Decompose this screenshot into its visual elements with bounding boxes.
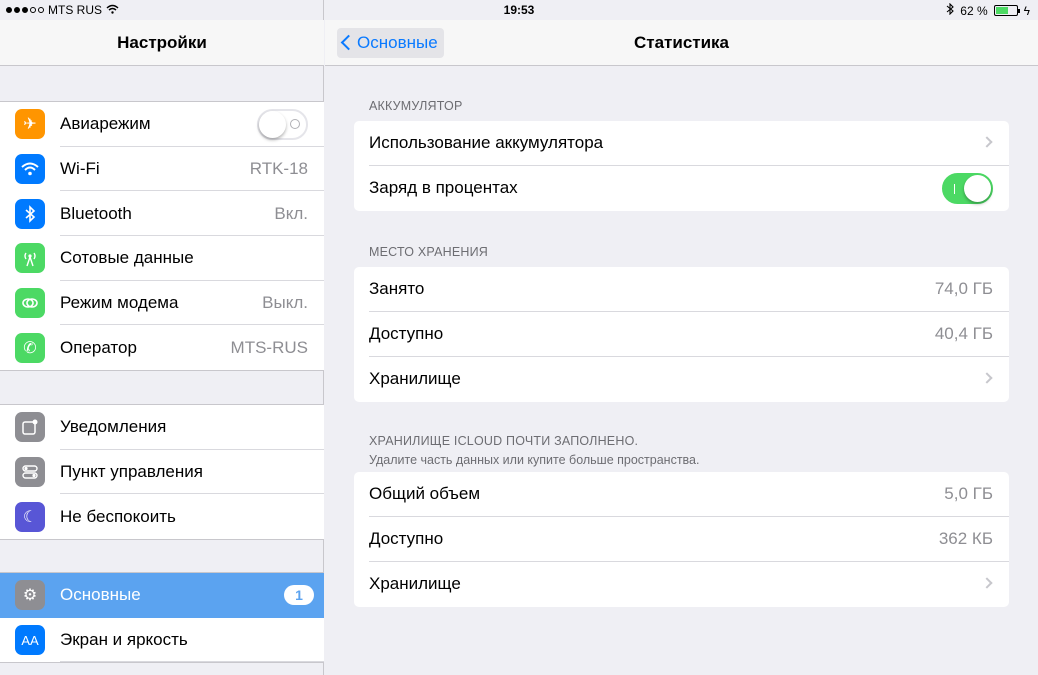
control-center-icon bbox=[15, 457, 45, 488]
sidebar-item-label: Авиарежим bbox=[60, 114, 151, 134]
sidebar-item-wifi[interactable]: Wi-Fi RTK-18 bbox=[0, 147, 324, 192]
row-label: Использование аккумулятора bbox=[369, 133, 604, 152]
charging-icon: ϟ bbox=[1023, 3, 1030, 18]
icloud-total-value: 5,0 ГБ bbox=[944, 484, 993, 503]
icloud-manage-storage-row[interactable]: Хранилище bbox=[354, 562, 1009, 607]
row-label: Занято bbox=[369, 279, 425, 298]
sidebar-item-label: Режим модема bbox=[60, 293, 179, 313]
notifications-icon bbox=[15, 412, 45, 443]
bluetooth-icon bbox=[15, 198, 45, 229]
sidebar-item-label: Bluetooth bbox=[60, 203, 132, 223]
sidebar-item-carrier[interactable]: ✆ Оператор MTS-RUS bbox=[0, 325, 324, 370]
chevron-right-icon bbox=[981, 577, 993, 589]
battery-percentage-row: Заряд в процентах bbox=[354, 166, 1009, 211]
battery-percent: 62 % bbox=[960, 3, 988, 18]
sidebar-group-connectivity: ✈ Авиарежим Wi-Fi RTK-18 Bluetooth Вкл. bbox=[0, 101, 324, 372]
carrier-value: MTS-RUS bbox=[230, 337, 308, 357]
row-label: Заряд в процентах bbox=[369, 178, 518, 197]
battery-icon bbox=[993, 5, 1020, 16]
sidebar-item-general[interactable]: ⚙ Основные 1 bbox=[0, 573, 324, 618]
icloud-section-subheader: Удалите часть данных или купите больше п… bbox=[369, 453, 700, 467]
sidebar-item-control-center[interactable]: Пункт управления bbox=[0, 450, 324, 495]
sidebar-item-label: Не беспокоить bbox=[60, 506, 176, 526]
sidebar-item-cellular[interactable]: Сотовые данные bbox=[0, 236, 324, 281]
page-title: Статистика bbox=[633, 33, 730, 52]
storage-used-row: Занято 74,0 ГБ bbox=[354, 267, 1009, 312]
bluetooth-status-icon bbox=[946, 2, 955, 18]
detail-navbar: Основные Статистика bbox=[325, 20, 1038, 66]
sidebar-group-general: ⚙ Основные 1 AA Экран и яркость bbox=[0, 572, 324, 664]
sidebar-item-label: Wi-Fi bbox=[60, 159, 100, 179]
sidebar-item-bluetooth[interactable]: Bluetooth Вкл. bbox=[0, 191, 324, 237]
icloud-section-header: Хранилище iCloud почти заполнено. bbox=[369, 434, 639, 448]
storage-available-row: Доступно 40,4 ГБ bbox=[354, 312, 1009, 357]
sidebar-item-label: Экран и яркость bbox=[60, 630, 188, 650]
status-bar: MTS RUS 19:53 62 % ϟ bbox=[0, 0, 1038, 20]
storage-section-header: Место хранения bbox=[369, 245, 489, 259]
display-icon: AA bbox=[15, 625, 45, 656]
sidebar-item-notifications[interactable]: Уведомления bbox=[0, 405, 324, 450]
storage-card: Занято 74,0 ГБ Доступно 40,4 ГБ Хранилищ… bbox=[354, 267, 1009, 402]
storage-used-value: 74,0 ГБ bbox=[934, 279, 993, 298]
hotspot-status-value: Выкл. bbox=[262, 293, 308, 313]
sidebar-item-label: Пункт управления bbox=[60, 462, 203, 482]
icloud-card: Общий объем 5,0 ГБ Доступно 362 КБ Храни… bbox=[354, 472, 1009, 607]
chevron-right-icon bbox=[981, 136, 993, 148]
icloud-total-row: Общий объем 5,0 ГБ bbox=[354, 472, 1009, 517]
sidebar-item-hotspot[interactable]: Режим модема Выкл. bbox=[0, 281, 324, 326]
icloud-available-value: 362 КБ bbox=[938, 529, 993, 548]
battery-usage-row[interactable]: Использование аккумулятора bbox=[354, 121, 1009, 166]
sidebar-item-label: Оператор bbox=[60, 337, 137, 357]
sidebar-item-display[interactable]: AA Экран и яркость bbox=[0, 618, 324, 663]
airplane-icon: ✈ bbox=[15, 109, 45, 140]
row-label: Общий объем bbox=[369, 484, 481, 503]
sidebar-item-label: Уведомления bbox=[60, 417, 167, 437]
update-badge: 1 bbox=[284, 585, 314, 606]
bluetooth-status-value: Вкл. bbox=[274, 203, 308, 223]
chevron-right-icon bbox=[981, 372, 993, 384]
moon-icon: ☾ bbox=[15, 501, 45, 532]
sidebar-title: Настройки bbox=[0, 20, 324, 66]
row-label: Доступно bbox=[369, 529, 444, 548]
hotspot-icon bbox=[15, 288, 45, 319]
battery-section-header: Аккумулятор bbox=[369, 99, 463, 113]
airplane-mode-toggle[interactable] bbox=[257, 108, 308, 140]
sidebar-item-label: Основные bbox=[60, 585, 141, 605]
sidebar-item-do-not-disturb[interactable]: ☾ Не беспокоить bbox=[0, 494, 324, 539]
storage-available-value: 40,4 ГБ bbox=[934, 324, 993, 343]
phone-icon: ✆ bbox=[15, 332, 45, 363]
clock: 19:53 bbox=[503, 3, 535, 17]
sidebar-item-airplane[interactable]: ✈ Авиарежим bbox=[0, 102, 324, 147]
status-bar-right: 62 % ϟ bbox=[946, 2, 1030, 18]
row-label: Хранилище bbox=[369, 574, 461, 593]
settings-sidebar: Настройки ✈ Авиарежим Wi-Fi RTK-18 Bluet… bbox=[0, 0, 324, 675]
icloud-available-row: Доступно 362 КБ bbox=[354, 517, 1009, 562]
row-label: Хранилище bbox=[369, 369, 461, 388]
battery-percentage-toggle[interactable] bbox=[942, 173, 993, 204]
manage-storage-row[interactable]: Хранилище bbox=[354, 357, 1009, 402]
battery-card: Использование аккумулятора Заряд в проце… bbox=[354, 121, 1009, 211]
row-label: Доступно bbox=[369, 324, 444, 343]
antenna-icon bbox=[15, 243, 45, 274]
gear-icon: ⚙ bbox=[15, 580, 45, 611]
sidebar-group-notifications: Уведомления Пункт управления ☾ Не беспок… bbox=[0, 404, 324, 541]
wifi-network-value: RTK-18 bbox=[249, 159, 308, 179]
wifi-icon bbox=[15, 154, 45, 185]
sidebar-item-label: Сотовые данные bbox=[60, 248, 194, 268]
usage-detail-pane: Основные Статистика Аккумулятор Использо… bbox=[325, 0, 1038, 675]
